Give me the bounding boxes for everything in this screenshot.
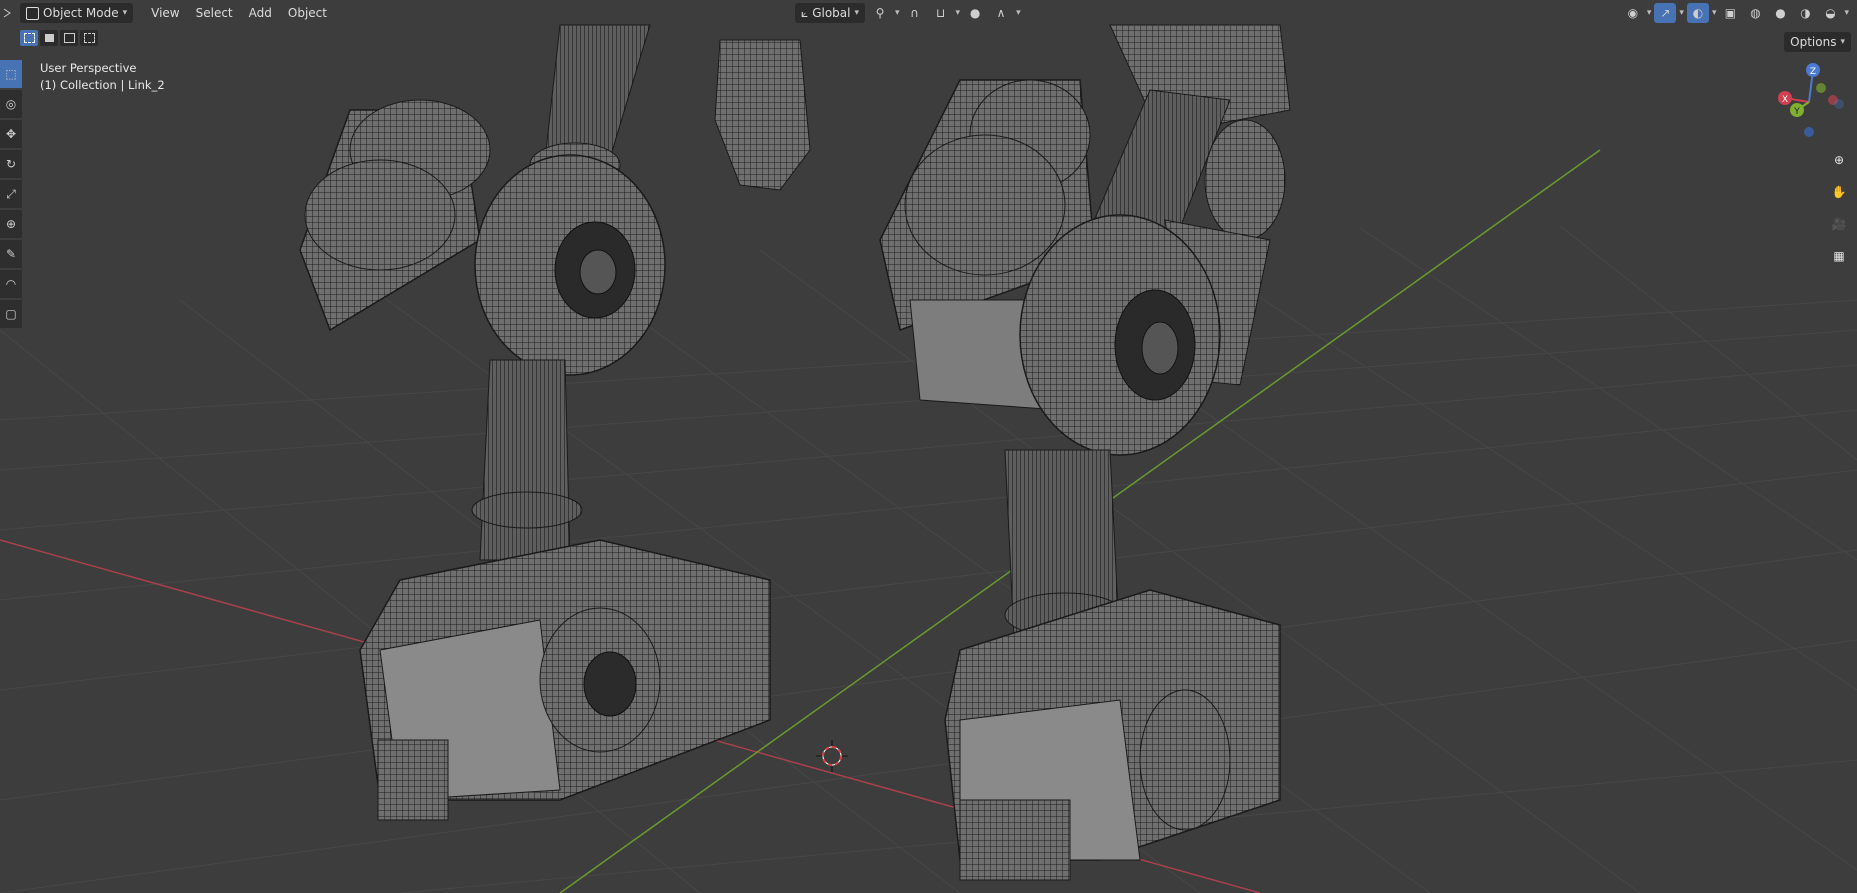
pivot-point-icon[interactable]: ⚲ xyxy=(869,3,891,23)
annotate-icon[interactable]: ✎ xyxy=(0,240,22,268)
menu-view[interactable]: View xyxy=(143,6,187,20)
select-extend-icon[interactable] xyxy=(40,30,58,46)
chevron-down-icon: ▾ xyxy=(895,8,900,18)
editor-type-icon[interactable] xyxy=(0,3,14,23)
rotate-icon[interactable]: ↻ xyxy=(0,150,22,178)
orientation-label: Global xyxy=(812,6,851,20)
cursor-icon[interactable]: ◎ xyxy=(0,90,22,118)
chevron-down-icon: ▾ xyxy=(1711,8,1717,18)
select-intersect-icon[interactable] xyxy=(80,30,98,46)
tool-shelf: ⬚ ◎ ✥ ↻ ⤢ ⊕ ✎ ◠ ▢ xyxy=(0,60,24,328)
menu-object[interactable]: Object xyxy=(280,6,335,20)
select-new-icon[interactable] xyxy=(20,30,38,46)
overlays-icon[interactable]: ◐ xyxy=(1686,3,1709,23)
menu-add[interactable]: Add xyxy=(241,6,280,20)
falloff-icon[interactable]: ∧ xyxy=(990,3,1012,23)
solid-shading-icon[interactable]: ● xyxy=(1769,3,1791,23)
measure-icon[interactable]: ◠ xyxy=(0,270,22,298)
transform-icon[interactable]: ⊕ xyxy=(0,210,22,238)
pan-hand-icon[interactable]: ✋ xyxy=(1827,180,1851,204)
navigation-gizmo[interactable]: Z X Y xyxy=(1769,60,1849,140)
rendered-shading-icon[interactable]: ◒ xyxy=(1819,3,1841,23)
chevron-down-icon: ▾ xyxy=(854,8,860,18)
grid-view-icon[interactable]: ▦ xyxy=(1827,244,1851,268)
selection-mode-group xyxy=(20,30,98,46)
orientation-icon: ⟀ xyxy=(801,5,809,20)
material-shading-icon[interactable]: ◑ xyxy=(1794,3,1816,23)
menu-select[interactable]: Select xyxy=(188,6,241,20)
chevron-down-icon: ▾ xyxy=(122,8,128,18)
wireframe-shading-icon[interactable]: ◍ xyxy=(1744,3,1766,23)
snap-target-icon[interactable]: ⊔ xyxy=(930,3,952,23)
add-cube-icon[interactable]: ▢ xyxy=(0,300,22,328)
proportional-edit-icon[interactable]: ● xyxy=(964,3,986,23)
gizmo-z-label: Z xyxy=(1810,67,1816,77)
move-icon[interactable]: ✥ xyxy=(0,120,22,148)
visibility-icon[interactable]: ◉ xyxy=(1622,3,1644,23)
select-box-icon[interactable]: ⬚ xyxy=(0,60,22,88)
chevron-down-icon: ▾ xyxy=(1016,8,1021,18)
camera-icon[interactable]: 🎥 xyxy=(1827,212,1851,236)
object-mode-icon xyxy=(26,6,39,20)
transform-orientation-dropdown[interactable]: ⟀ Global ▾ xyxy=(795,3,866,23)
chevron-down-icon: ▾ xyxy=(1679,8,1684,18)
chevron-down-icon: ▾ xyxy=(1646,8,1652,18)
chevron-down-icon: ▾ xyxy=(955,8,961,18)
mode-dropdown[interactable]: Object Mode ▾ xyxy=(20,3,134,23)
snap-icon[interactable]: ∩ xyxy=(904,3,926,23)
mode-label: Object Mode xyxy=(43,6,119,20)
options-dropdown[interactable]: Options ▾ xyxy=(1784,32,1851,52)
scale-icon[interactable]: ⤢ xyxy=(0,180,22,208)
3d-viewport[interactable]: Object Mode ▾ View Select Add Object ⟀ G… xyxy=(0,0,1857,893)
perspective-label: User Perspective xyxy=(40,61,137,75)
gizmo-x-label: X xyxy=(1782,95,1788,105)
collection-label: (1) Collection | Link_2 xyxy=(40,78,165,92)
scene-canvas[interactable] xyxy=(0,0,1857,893)
select-subtract-icon[interactable] xyxy=(60,30,78,46)
chevron-down-icon: ▾ xyxy=(1844,8,1849,18)
xray-icon[interactable]: ▣ xyxy=(1719,3,1741,23)
viewport-header: Object Mode ▾ View Select Add Object ⟀ G… xyxy=(0,0,1857,26)
zoom-icon[interactable]: ⊕ xyxy=(1827,148,1851,172)
options-label: Options xyxy=(1790,35,1837,49)
gizmo-y-label: Y xyxy=(1793,107,1800,117)
navigation-tools: ⊕ ✋ 🎥 ▦ xyxy=(1827,148,1851,268)
gizmo-toggle-icon[interactable]: ↗ xyxy=(1654,3,1677,23)
chevron-down-icon: ▾ xyxy=(1840,37,1845,47)
